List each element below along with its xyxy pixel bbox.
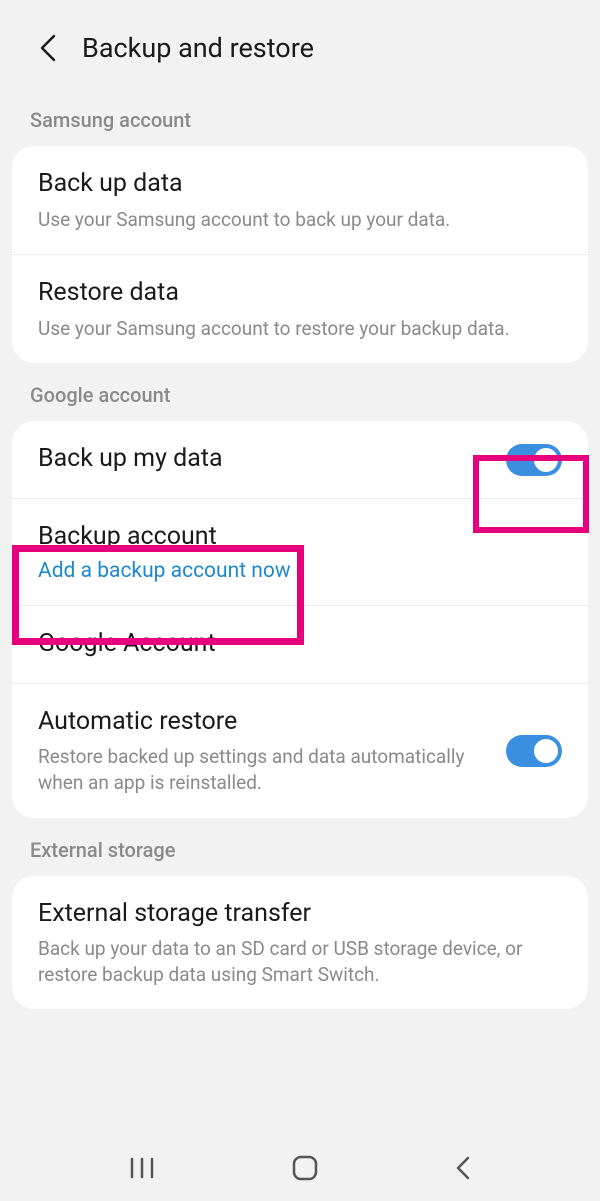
item-subtitle: Use your Samsung account to back up your… (38, 207, 562, 233)
item-text: External storage transfer Back up your d… (38, 898, 562, 988)
item-text: Backup account Add a backup account now (38, 521, 562, 584)
recents-button[interactable] (128, 1157, 156, 1183)
toggle-knob (533, 447, 559, 473)
toggle-knob (533, 738, 559, 764)
item-text: Back up my data (38, 443, 506, 476)
item-subtitle: Use your Samsung account to restore your… (38, 316, 562, 342)
header: Backup and restore (0, 0, 600, 88)
item-title: Automatic restore (38, 706, 506, 739)
back-button[interactable] (28, 28, 68, 68)
restore-data-item[interactable]: Restore data Use your Samsung account to… (12, 255, 588, 363)
item-subtitle-link: Add a backup account now (38, 559, 562, 583)
google-account-item[interactable]: Google Account (12, 606, 588, 684)
backup-my-data-item[interactable]: Back up my data (12, 421, 588, 499)
external-storage-transfer-item[interactable]: External storage transfer Back up your d… (12, 876, 588, 1010)
external-card: External storage transfer Back up your d… (12, 876, 588, 1010)
item-title: External storage transfer (38, 898, 562, 931)
google-card: Back up my data Backup account Add a bac… (12, 421, 588, 817)
samsung-card: Back up data Use your Samsung account to… (12, 146, 588, 363)
item-text: Automatic restore Restore backed up sett… (38, 706, 506, 796)
item-title: Google Account (38, 628, 562, 661)
page-title: Backup and restore (82, 32, 314, 64)
section-label-samsung: Samsung account (0, 88, 600, 146)
item-text: Google Account (38, 628, 562, 661)
item-title: Restore data (38, 277, 562, 310)
automatic-restore-toggle[interactable] (506, 735, 562, 767)
chevron-left-icon (454, 1155, 472, 1181)
backup-data-item[interactable]: Back up data Use your Samsung account to… (12, 146, 588, 255)
home-icon (291, 1154, 319, 1182)
navigation-bar (0, 1139, 600, 1201)
item-subtitle: Back up your data to an SD card or USB s… (38, 936, 562, 987)
recents-icon (128, 1157, 156, 1179)
section-label-google: Google account (0, 363, 600, 421)
section-label-external: External storage (0, 818, 600, 876)
item-title: Back up data (38, 168, 562, 201)
chevron-left-icon (39, 34, 57, 62)
item-text: Restore data Use your Samsung account to… (38, 277, 562, 341)
item-title: Backup account (38, 521, 562, 554)
home-button[interactable] (291, 1154, 319, 1186)
item-title: Back up my data (38, 443, 506, 476)
automatic-restore-item[interactable]: Automatic restore Restore backed up sett… (12, 684, 588, 818)
item-text: Back up data Use your Samsung account to… (38, 168, 562, 232)
nav-back-button[interactable] (454, 1155, 472, 1185)
backup-my-data-toggle[interactable] (506, 444, 562, 476)
backup-account-item[interactable]: Backup account Add a backup account now (12, 499, 588, 607)
item-subtitle: Restore backed up settings and data auto… (38, 744, 506, 795)
